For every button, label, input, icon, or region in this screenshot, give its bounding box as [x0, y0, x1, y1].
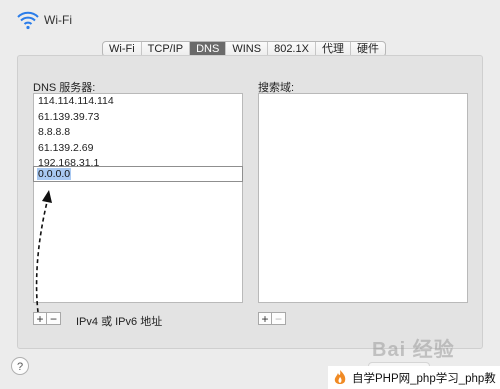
list-item[interactable]: 114.114.114.114 — [34, 94, 242, 110]
dns-server-list[interactable]: 114.114.114.114 61.139.39.73 8.8.8.8 61.… — [33, 93, 243, 303]
remove-search-domain-button[interactable]: − — [272, 312, 286, 325]
tab-wifi[interactable]: Wi-Fi — [103, 42, 142, 56]
tab-proxy[interactable]: 代理 — [316, 42, 351, 56]
tab-dns[interactable]: DNS — [190, 42, 227, 56]
tab-tcpip[interactable]: TCP/IP — [142, 42, 191, 56]
dns-hint: IPv4 或 IPv6 地址 — [76, 316, 163, 328]
watermark-baidu: Bai 经验 — [372, 339, 455, 361]
wifi-icon — [17, 11, 39, 30]
window-title: Wi-Fi — [44, 13, 72, 27]
dns-edit-value: 0.0.0.0 — [37, 168, 72, 180]
window-header: Wi-Fi — [16, 10, 72, 30]
list-item[interactable]: 61.139.2.69 — [34, 141, 242, 157]
flame-logo-icon — [334, 369, 346, 384]
list-item[interactable]: 61.139.39.73 — [34, 110, 242, 126]
tab-8021x[interactable]: 802.1X — [268, 42, 316, 56]
watermark-footer-text: 自学PHP网_php学习_php教 — [352, 372, 496, 385]
search-domain-list[interactable] — [258, 93, 468, 303]
dns-edit-field[interactable]: 0.0.0.0 — [33, 166, 243, 182]
add-search-domain-button[interactable]: + — [258, 312, 272, 325]
tab-wins[interactable]: WINS — [226, 42, 269, 56]
annotation-arrow — [35, 190, 52, 313]
list-item[interactable]: 8.8.8.8 — [34, 125, 242, 141]
watermark-footer: 自学PHP网_php学习_php教 — [328, 366, 500, 389]
help-button[interactable]: ? — [11, 357, 29, 375]
search-button-group: + − — [258, 312, 286, 325]
tab-hardware[interactable]: 硬件 — [351, 42, 385, 56]
